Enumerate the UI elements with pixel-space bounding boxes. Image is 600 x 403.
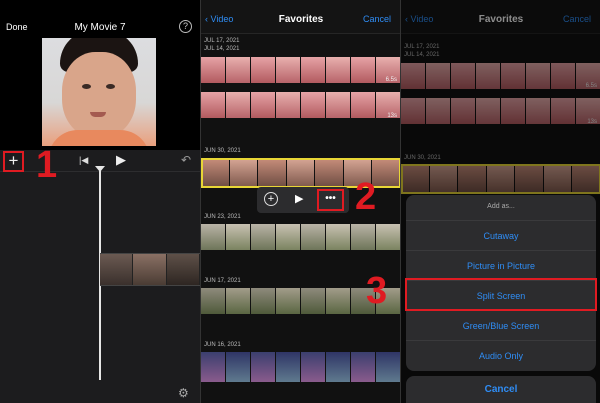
date-header: JUL 17, 2021 [204,38,240,44]
split-screen-highlight [405,278,597,311]
cancel-button[interactable]: Cancel [363,14,391,24]
settings-gear-icon[interactable]: ⚙ [178,386,189,400]
media-browser-panel: ‹ Video Favorites Cancel JUL 17, 2021 JU… [200,0,400,403]
timeline-frame [166,254,200,285]
nav-bar: ‹ Video Favorites Cancel [201,0,400,34]
date-header: JUN 17, 2021 [204,278,241,284]
sheet-cancel-button[interactable]: Cancel [406,376,596,403]
preview-shirt [48,130,150,146]
timeline-clip[interactable] [100,253,200,286]
clip-strip[interactable] [201,57,400,83]
help-icon[interactable]: ? [179,20,192,33]
undo-icon[interactable]: ↶ [181,153,191,167]
clip-strip[interactable] [201,92,400,118]
viewer: Done My Movie 7 ? [0,0,200,150]
clip-duration: 6.5s [385,77,397,83]
preview-eye-left [82,84,91,89]
add-as-panel: ‹ Video Favorites Cancel JUL 17, 2021 JU… [400,0,600,403]
timeline-frame [100,254,134,285]
option-audio-only[interactable]: Audio Only [406,340,596,370]
option-cutaway[interactable]: Cutaway [406,220,596,250]
step-3-label: 3 [366,270,388,312]
date-header: JUN 30, 2021 [204,148,241,154]
add-clip-icon[interactable]: + [264,192,278,206]
timeline-frame [133,254,167,285]
more-options-icon[interactable]: ••• [317,189,344,211]
step-1-label: 1 [36,144,58,186]
preview-mouth [90,112,106,117]
add-media-button[interactable]: + [3,151,24,172]
date-header: JUL 14, 2021 [204,46,240,52]
date-header: JUN 23, 2021 [204,214,241,220]
editor-panel: Done My Movie 7 ? + 1 |◀ ▶ ↶ ⚙ [0,0,200,403]
preview-play-icon[interactable]: ▶ [295,192,303,205]
clip-strip[interactable] [201,224,400,250]
video-preview [42,38,156,146]
clip-duration: 13s [387,113,397,119]
sheet-title: Add as... [487,203,515,210]
clip-action-toolbar: + ▶ ••• [257,187,349,213]
preview-face [62,52,136,138]
clip-strip[interactable] [201,352,400,382]
skip-back-icon[interactable]: |◀ [79,155,88,166]
step-2-label: 2 [355,176,377,218]
preview-eye-right [106,84,115,89]
date-header: JUN 16, 2021 [204,342,241,348]
play-icon[interactable]: ▶ [116,152,126,168]
option-picture-in-picture[interactable]: Picture in Picture [406,250,596,280]
movie-title: My Movie 7 [74,22,126,33]
option-green-blue-screen[interactable]: Green/Blue Screen [406,310,596,340]
